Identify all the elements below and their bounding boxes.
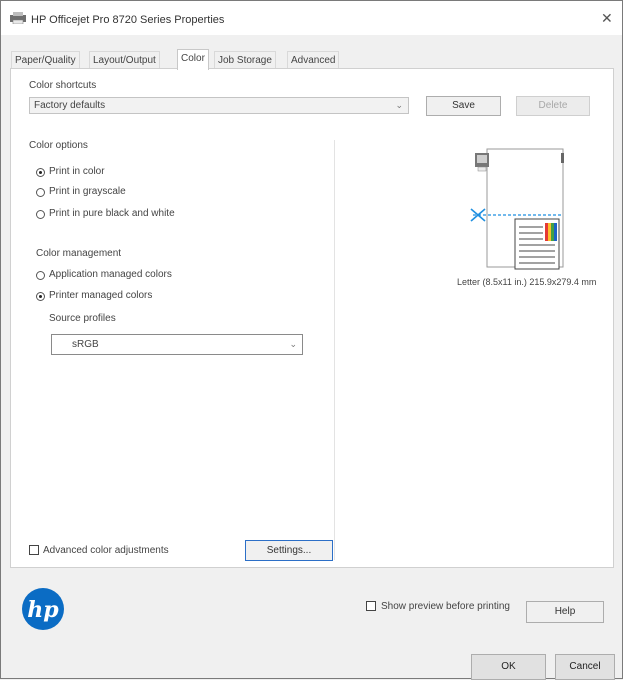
source-profiles-dropdown[interactable]: sRGB ⌄ [51,334,303,355]
tab-layout-output[interactable]: Layout/Output [89,51,160,69]
printer-icon [10,12,26,24]
color-options-label: Color options [29,140,88,151]
tab-advanced[interactable]: Advanced [287,51,340,69]
panel-divider [334,140,335,560]
color-shortcuts-dropdown[interactable]: Factory defaults ⌄ [29,97,409,114]
color-shortcuts-value: Factory defaults [34,100,106,111]
print-black-white-radio[interactable] [36,210,45,219]
settings-button[interactable]: Settings... [245,540,333,561]
delete-button[interactable]: Delete [516,96,590,116]
chevron-down-icon: ⌄ [395,100,403,110]
window-title: HP Officejet Pro 8720 Series Properties [31,14,225,26]
tab-color[interactable]: Color [177,49,209,70]
advanced-color-label: Advanced color adjustments [43,545,169,556]
cancel-button[interactable]: Cancel [555,654,615,680]
print-in-grayscale-radio[interactable] [36,188,45,197]
color-management-label: Color management [36,248,122,259]
hp-logo: hp [22,588,64,630]
save-button[interactable]: Save [426,96,501,116]
application-managed-radio[interactable] [36,271,45,280]
document-color-icon [514,218,560,270]
application-managed-label: Application managed colors [49,269,172,280]
source-profile-value: sRGB [72,339,99,350]
chevron-down-icon: ⌄ [289,339,297,349]
tab-paper-quality[interactable]: Paper/Quality [11,51,80,69]
print-black-white-label: Print in pure black and white [49,208,175,219]
printer-managed-radio[interactable] [36,292,45,301]
tab-strip: Paper/Quality Layout/Output Color Job St… [1,49,622,70]
properties-window: HP Officejet Pro 8720 Series Properties … [0,0,623,680]
source-profiles-label: Source profiles [49,313,116,324]
show-preview-checkbox[interactable] [366,601,376,611]
print-in-grayscale-label: Print in grayscale [49,186,126,197]
advanced-color-checkbox[interactable] [29,545,39,555]
ok-button[interactable]: OK [471,654,546,680]
page-preview [470,148,564,270]
print-in-color-radio[interactable] [36,168,45,177]
show-preview-label: Show preview before printing [381,601,510,612]
paper-size-caption: Letter (8.5x11 in.) 215.9x279.4 mm [457,277,597,287]
print-in-color-label: Print in color [49,166,105,177]
tab-job-storage[interactable]: Job Storage [214,51,276,69]
color-shortcuts-label: Color shortcuts [29,80,97,91]
help-button[interactable]: Help [526,601,604,623]
title-bar: HP Officejet Pro 8720 Series Properties … [1,1,622,35]
svg-text:hp: hp [27,597,59,623]
close-icon[interactable]: ✕ [601,10,613,27]
printer-managed-label: Printer managed colors [49,290,153,301]
